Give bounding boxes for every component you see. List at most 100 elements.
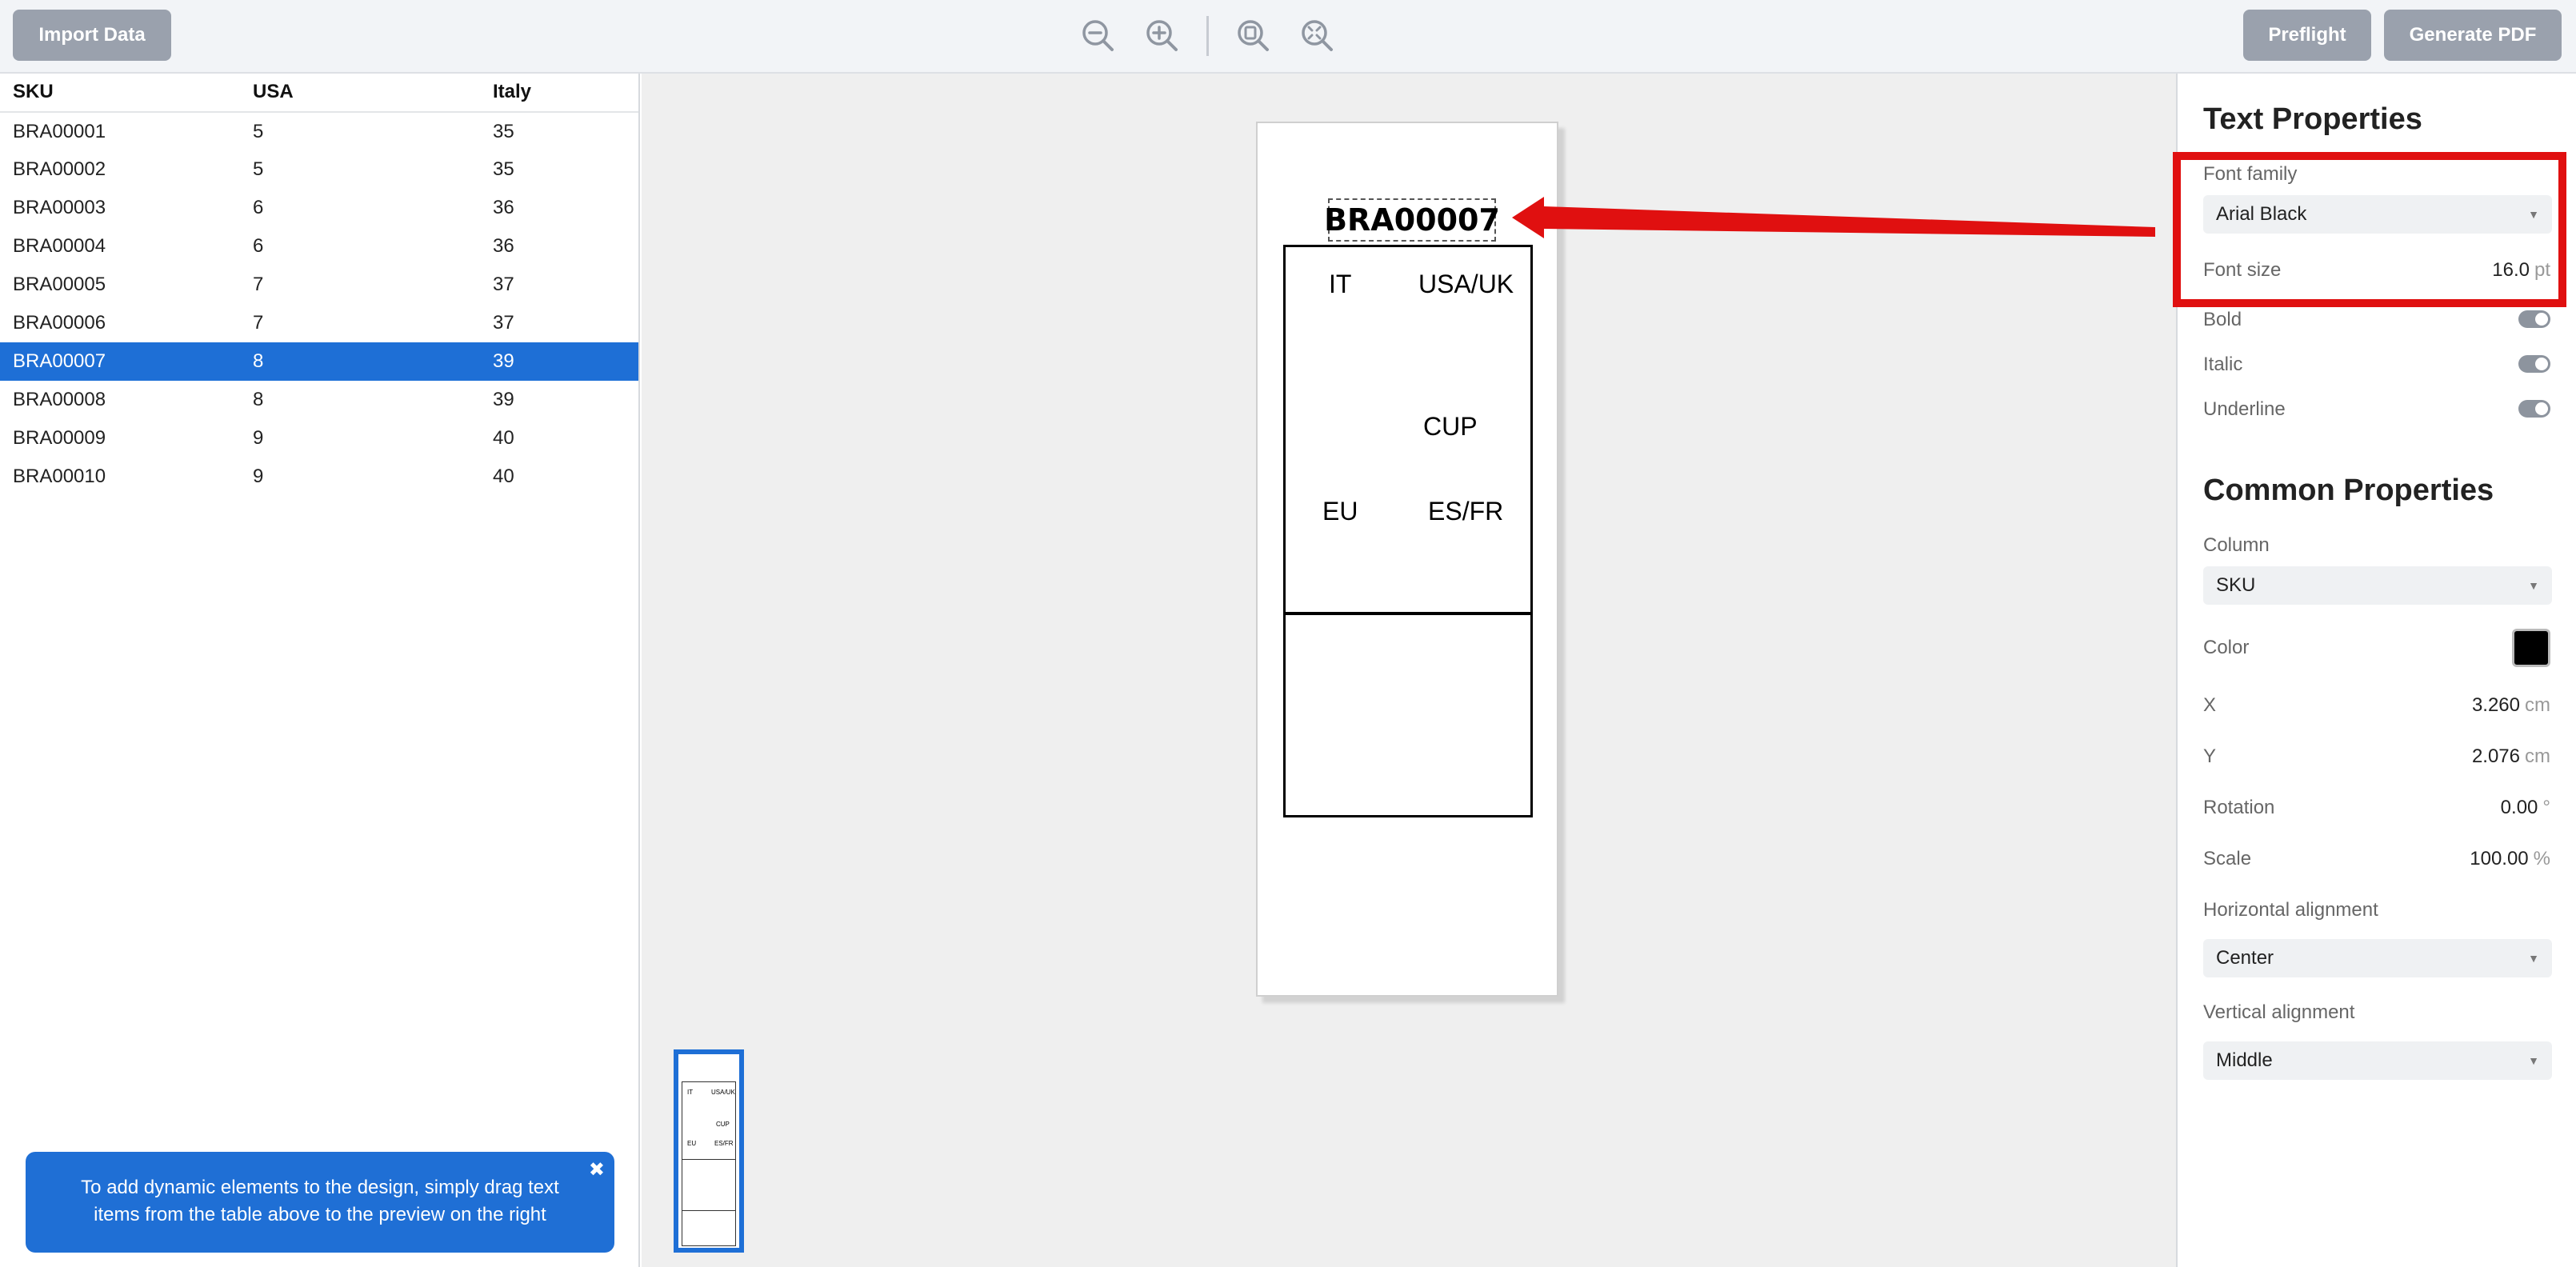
page-thumbnail[interactable]: IT USA/UK CUP EU ES/FR (674, 1049, 744, 1253)
horizontal-alignment-value: Center (2216, 947, 2274, 969)
close-icon[interactable]: ✖ (589, 1157, 605, 1184)
rotation-field[interactable]: 0.00 ° (2501, 797, 2550, 819)
x-value: 3.260 (2471, 694, 2520, 716)
table-cell[interactable]: BRA00001 (0, 112, 240, 150)
zoom-in-icon[interactable] (1142, 16, 1181, 54)
italic-toggle[interactable] (2518, 355, 2550, 373)
table-cell[interactable]: 7 (240, 304, 480, 342)
table-cell[interactable]: BRA00005 (0, 266, 240, 304)
table-cell[interactable]: 36 (480, 227, 638, 266)
table-cell[interactable]: 35 (480, 150, 638, 189)
table-cell[interactable]: BRA00006 (0, 304, 240, 342)
table-cell[interactable]: 36 (480, 189, 638, 227)
table-body: BRA00001 5 35 BRA00002 5 35 BRA00003 6 36 BRA0000… (0, 112, 638, 496)
highlight-annotation-box (2173, 152, 2566, 307)
size-chart-box[interactable]: IT USA/UK CUP EU ES/FR (1283, 245, 1533, 614)
toolbar-separator (1206, 16, 1209, 56)
zoom-out-icon[interactable] (1078, 16, 1117, 54)
underline-label: Underline (2203, 398, 2286, 420)
table-cell[interactable]: BRA00010 (0, 458, 240, 496)
color-swatch[interactable] (2512, 629, 2550, 667)
chevron-down-icon: ▼ (2528, 579, 2539, 592)
vertical-alignment-select[interactable]: Middle ▼ (2203, 1041, 2552, 1080)
table-cell[interactable]: BRA00009 (0, 419, 240, 458)
table-cell[interactable]: 7 (240, 266, 480, 304)
table-cell[interactable]: BRA00008 (0, 381, 240, 419)
label-eu[interactable]: EU (1322, 497, 1358, 526)
table-row[interactable]: BRA00002 5 35 (0, 150, 638, 189)
scale-field[interactable]: 100.00% (2470, 848, 2550, 870)
table-cell[interactable]: 5 (240, 150, 480, 189)
table-cell[interactable]: BRA00002 (0, 150, 240, 189)
table-cell[interactable]: BRA00003 (0, 189, 240, 227)
table-row[interactable]: BRA00004 6 36 (0, 227, 638, 266)
y-label: Y (2203, 745, 2217, 767)
table-row[interactable]: BRA00007 8 39 (0, 342, 638, 381)
thumb-label-eu: EU (687, 1140, 697, 1147)
x-label: X (2203, 694, 2217, 716)
design-canvas[interactable]: BRA00007 IT USA/UK CUP EU ES/FR IT USA/U… (642, 74, 2176, 1267)
label-es-fr[interactable]: ES/FR (1428, 497, 1503, 526)
tip-banner: To add dynamic elements to the design, s… (26, 1152, 614, 1253)
italic-label: Italic (2203, 354, 2243, 375)
rotation-value: 0.00 (2500, 797, 2538, 818)
table-cell[interactable]: 37 (480, 304, 638, 342)
column-header-sku[interactable]: SKU (0, 74, 240, 113)
x-unit: cm (2525, 694, 2550, 716)
table-cell[interactable]: 8 (240, 342, 480, 381)
x-field[interactable]: 3.260 cm (2472, 694, 2550, 717)
column-header-usa[interactable]: USA (240, 74, 480, 113)
lower-box[interactable] (1283, 613, 1533, 817)
table-cell[interactable]: 35 (480, 112, 638, 150)
vertical-alignment-value: Middle (2216, 1049, 2273, 1071)
table-row[interactable]: BRA00005 7 37 (0, 266, 638, 304)
bold-toggle[interactable] (2518, 310, 2550, 328)
column-header-italy[interactable]: Italy (480, 74, 638, 113)
color-label: Color (2203, 637, 2250, 658)
table-cell[interactable]: 8 (240, 381, 480, 419)
label-preview[interactable]: BRA00007 IT USA/UK CUP EU ES/FR (1256, 122, 1558, 997)
table-cell[interactable]: BRA00004 (0, 227, 240, 266)
sku-text-element[interactable]: BRA00007 (1324, 198, 1500, 242)
table-row[interactable]: BRA00001 5 35 (0, 112, 638, 150)
table-cell[interactable]: BRA00007 (0, 342, 240, 381)
label-it[interactable]: IT (1329, 270, 1351, 299)
table-header-row: SKU USA Italy (0, 74, 638, 113)
table-cell[interactable]: 40 (480, 419, 638, 458)
table-cell[interactable]: 9 (240, 419, 480, 458)
zoom-fit-icon[interactable] (1234, 16, 1272, 54)
scale-label: Scale (2203, 848, 2252, 869)
y-unit: cm (2525, 745, 2550, 767)
table-row[interactable]: BRA00008 8 39 (0, 381, 638, 419)
y-field[interactable]: 2.076 cm (2472, 745, 2550, 768)
table-cell[interactable]: 40 (480, 458, 638, 496)
table-row[interactable]: BRA00010 9 40 (0, 458, 638, 496)
generate-pdf-button[interactable]: Generate PDF (2384, 10, 2562, 61)
thumb-label-es-fr: ES/FR (714, 1140, 734, 1147)
table-cell[interactable]: 39 (480, 342, 638, 381)
text-properties-title: Text Properties (2203, 102, 2422, 136)
table-row[interactable]: BRA00006 7 37 (0, 304, 638, 342)
common-properties-title: Common Properties (2203, 474, 2494, 507)
column-select[interactable]: SKU ▼ (2203, 566, 2552, 605)
table-cell[interactable]: 39 (480, 381, 638, 419)
table-cell[interactable]: 9 (240, 458, 480, 496)
table-row[interactable]: BRA00003 6 36 (0, 189, 638, 227)
table-cell[interactable]: 6 (240, 227, 480, 266)
thumb-label-usa-uk: USA/UK (711, 1089, 735, 1096)
column-value: SKU (2216, 574, 2256, 596)
import-data-button[interactable]: Import Data (13, 10, 171, 61)
bold-label: Bold (2203, 309, 2242, 330)
underline-toggle[interactable] (2518, 400, 2550, 418)
thumb-label-it: IT (687, 1089, 694, 1096)
label-cup[interactable]: CUP (1423, 412, 1478, 442)
table-row[interactable]: BRA00009 9 40 (0, 419, 638, 458)
zoom-reset-icon[interactable] (1298, 16, 1336, 54)
horizontal-alignment-select[interactable]: Center ▼ (2203, 939, 2552, 977)
label-usa-uk[interactable]: USA/UK (1418, 270, 1514, 299)
table-cell[interactable]: 5 (240, 112, 480, 150)
table-cell[interactable]: 37 (480, 266, 638, 304)
preflight-button[interactable]: Preflight (2243, 10, 2371, 61)
table-cell[interactable]: 6 (240, 189, 480, 227)
toolbar: Import Data Preflight Generate PDF (0, 0, 2576, 74)
